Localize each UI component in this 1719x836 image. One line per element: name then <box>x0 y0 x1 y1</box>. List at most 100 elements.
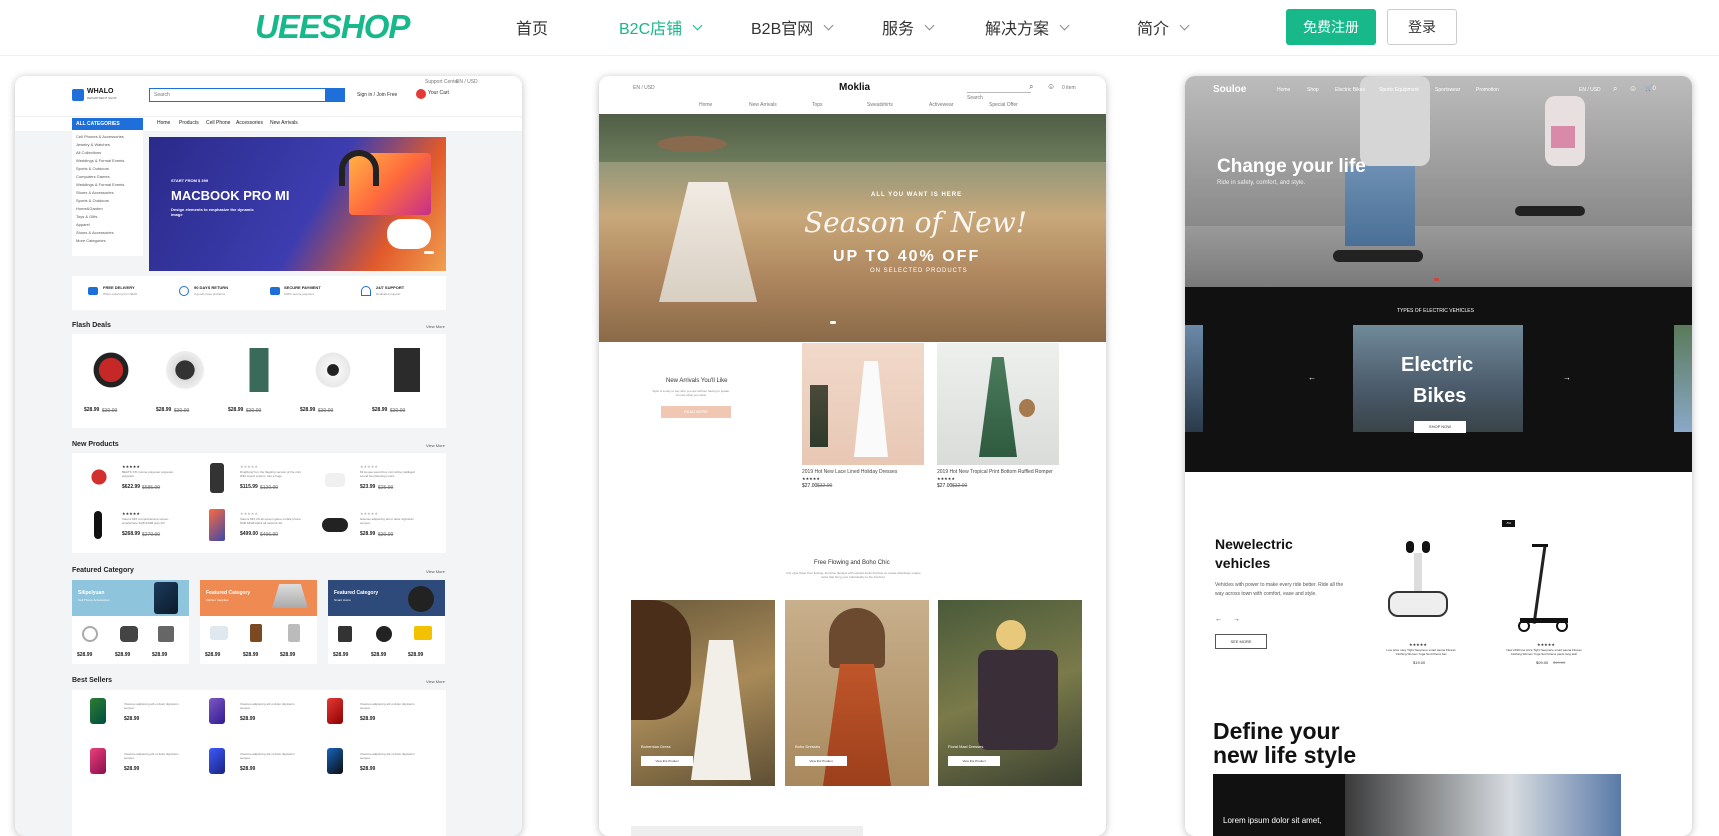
phone-product[interactable] <box>90 698 106 724</box>
nav-item-b2c[interactable]: B2C店铺 <box>619 15 703 39</box>
remote-product[interactable] <box>94 511 102 539</box>
category-item[interactable]: All Collections <box>76 150 101 155</box>
nav-item-b2b[interactable]: B2B官网 <box>751 15 834 39</box>
shop-now-button[interactable]: SHOP NOW <box>1414 421 1466 433</box>
ueeshop-logo[interactable]: UEESHOP <box>255 8 410 46</box>
webcam-product[interactable] <box>376 626 392 642</box>
next-slide-image[interactable] <box>1674 325 1692 432</box>
faucet-product[interactable] <box>288 624 300 642</box>
category-item[interactable]: Computers Games <box>76 174 110 179</box>
template-preview-whalo[interactable]: Support Center EN / USD WHALO DEPARTMENT… <box>15 76 522 836</box>
device-product[interactable] <box>338 626 352 642</box>
next-arrow-icon[interactable]: → <box>1563 373 1571 382</box>
product-image-green-dress[interactable] <box>937 343 1059 465</box>
template-preview-souloe[interactable]: Souloe Home Shop Electric Bikes Sports E… <box>1185 76 1692 836</box>
phone-product[interactable] <box>90 748 106 774</box>
smart-plug-product[interactable] <box>414 626 432 640</box>
menu-new-arrivals[interactable]: New Arrivals <box>270 120 298 126</box>
read-more-button[interactable]: READ MORE <box>661 406 731 418</box>
view-more-link[interactable]: View More <box>426 443 445 448</box>
nav-item-solutions[interactable]: 解决方案 <box>985 15 1070 39</box>
souloe-logo[interactable]: Souloe <box>1213 84 1246 95</box>
product-name[interactable]: Low price navy Tight Neoprene smart saun… <box>1381 648 1461 656</box>
slide-electric-bikes[interactable] <box>1353 325 1523 432</box>
menu-shop[interactable]: Shop <box>1307 87 1319 93</box>
category-item[interactable]: Shoes & Accessories <box>76 190 114 195</box>
menu-cell-phone[interactable]: Cell Phone <box>206 120 230 126</box>
category-item[interactable]: Home&Garden <box>76 206 103 211</box>
watch-product[interactable] <box>163 348 207 392</box>
ring-product[interactable] <box>82 626 98 642</box>
menu-electric-bikes[interactable]: Electric Bikes <box>1335 87 1365 93</box>
search-icon[interactable] <box>325 88 345 102</box>
user-icon[interactable]: ☺ <box>1047 82 1055 91</box>
user-icon[interactable]: ☺ <box>1629 84 1637 93</box>
menu-home[interactable]: Home <box>157 120 170 126</box>
view-product-button[interactable]: View this Product <box>948 756 1000 766</box>
mi-speaker-product[interactable] <box>325 473 345 487</box>
menu-special-offer[interactable]: Special Offer <box>989 102 1018 108</box>
scooter-product[interactable] <box>1516 538 1572 633</box>
jar-product[interactable] <box>250 624 262 642</box>
view-more-link[interactable]: View More <box>426 569 445 574</box>
featured-card[interactable]: Featured Category Smart Home $28.99 $28.… <box>328 580 445 664</box>
hero-banner[interactable]: START FROM $ 399 MACBOOK PRO MI Design e… <box>149 137 446 271</box>
lang-selector[interactable]: EN / USD <box>1579 87 1601 93</box>
cart-label[interactable]: Your Cart <box>428 90 449 96</box>
menu-activewear[interactable]: Activewear <box>929 102 953 108</box>
search-input[interactable]: Search <box>967 86 1031 101</box>
menu-tops[interactable]: Tops <box>812 102 823 108</box>
bookshelf-speaker-product[interactable] <box>385 348 429 392</box>
beats-product[interactable] <box>87 463 111 491</box>
view-product-button[interactable]: View this Product <box>795 756 847 766</box>
category-item[interactable]: Apparel <box>76 222 90 227</box>
nav-item-about[interactable]: 简介 <box>1137 15 1190 39</box>
product-name[interactable]: 2019 Hot New Lace Lined Holiday Dresses <box>802 469 897 475</box>
headphones-product[interactable] <box>89 348 133 392</box>
register-button[interactable]: 免费注册 <box>1286 9 1376 45</box>
slider-dots[interactable] <box>424 251 434 254</box>
prev-slide-image[interactable] <box>1185 325 1203 432</box>
menu-accessories[interactable]: Accessories <box>236 120 263 126</box>
menu-new-arrivals[interactable]: New Arrivals <box>749 102 777 108</box>
phone-product[interactable] <box>209 509 225 541</box>
all-categories-header[interactable]: ALL CATEGORIES <box>72 118 143 130</box>
category-item[interactable]: Cell Phones & Accessories <box>76 134 124 139</box>
category-item[interactable]: Sports & Outdoors <box>76 198 109 203</box>
login-button[interactable]: 登录 <box>1387 9 1457 45</box>
featured-card[interactable]: Silipelyuan Cell Phone Accessories $28.9… <box>72 580 189 664</box>
lang-selector[interactable]: EN / USD <box>633 85 655 91</box>
cart-icon[interactable] <box>416 89 426 99</box>
category-item[interactable]: More Categories <box>76 238 106 243</box>
template-preview-moklia[interactable]: EN / USD Moklia Search ⌕ ☺ 0 item Home N… <box>599 76 1106 836</box>
nav-item-services[interactable]: 服务 <box>882 15 935 39</box>
view-more-link[interactable]: View More <box>426 679 445 684</box>
phone-product[interactable] <box>209 698 225 724</box>
category-item[interactable]: Shoes & Accessories <box>76 230 114 235</box>
dingdong-product[interactable] <box>210 463 224 493</box>
container-product[interactable] <box>210 626 228 640</box>
phone-product[interactable] <box>209 748 225 774</box>
menu-sportswear[interactable]: Sportswear <box>1435 87 1460 93</box>
prev-arrow-icon[interactable]: ← <box>1215 616 1222 623</box>
menu-home[interactable]: Home <box>1277 87 1290 93</box>
featured-card[interactable]: Featured Category Kitchen Supplies $28.9… <box>200 580 317 664</box>
product-image-white-dress[interactable] <box>802 343 924 465</box>
category-item[interactable]: Jewelry & Watches <box>76 142 110 147</box>
hoverboard-product[interactable] <box>1388 541 1448 631</box>
search-input[interactable]: Search <box>149 88 345 102</box>
category-item[interactable]: Toys & Gifts <box>76 214 97 219</box>
view-more-link[interactable]: View More <box>426 324 445 329</box>
nav-item-home[interactable]: 首页 <box>516 15 548 39</box>
search-icon[interactable]: ⌕ <box>1613 84 1617 94</box>
menu-products[interactable]: Products <box>179 120 199 126</box>
see-more-button[interactable]: SEE MORE <box>1215 634 1267 649</box>
menu-sports-equipment[interactable]: Sports Equipment <box>1379 87 1419 93</box>
menu-promotion[interactable]: Promotion <box>1476 87 1499 93</box>
moklia-logo[interactable]: Moklia <box>839 82 870 93</box>
cart-icon[interactable]: 🛒0 <box>1645 85 1656 92</box>
phone-product[interactable] <box>327 748 343 774</box>
slider-dots[interactable] <box>1434 278 1439 281</box>
gamepad-product[interactable] <box>322 518 348 532</box>
category-item[interactable]: Weddings & Formal Events <box>76 158 124 163</box>
